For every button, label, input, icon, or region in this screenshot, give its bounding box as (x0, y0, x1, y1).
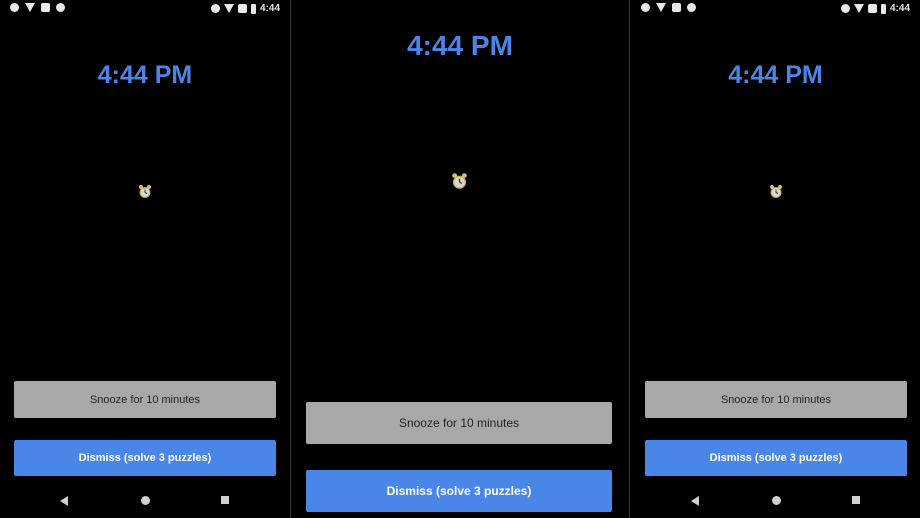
cell-signal-icon (237, 4, 247, 13)
panel-divider (290, 0, 291, 518)
clock-time: 4:44 PM (97, 61, 193, 89)
system-icons: 4:44 (210, 3, 280, 14)
alarm-clock-icon (139, 185, 151, 198)
wifi-icon (853, 4, 864, 13)
battery-icon (880, 3, 886, 14)
battery-icon (250, 3, 256, 14)
dismiss-button[interactable]: Dismiss (solve 3 puzzles) (14, 440, 276, 476)
wifi-icon (223, 4, 234, 13)
home-icon[interactable] (141, 496, 150, 505)
status-time: 4:44 (889, 3, 910, 14)
home-icon[interactable] (772, 496, 781, 505)
alarm-clock-icon (452, 173, 467, 189)
navigation-bar (0, 492, 290, 510)
system-icons: 4:44 (840, 3, 910, 14)
navigation-bar (631, 492, 920, 510)
snooze-button[interactable]: Snooze for 10 minutes (14, 381, 276, 418)
sd-card-icon (672, 3, 681, 12)
clock-time: 4:44 PM (728, 61, 823, 89)
panel-divider (629, 0, 630, 518)
snooze-button[interactable]: Snooze for 10 minutes (306, 402, 612, 444)
alarm-clock-icon (770, 185, 782, 198)
status-bar: 4:44 (0, 0, 290, 18)
back-icon[interactable] (691, 496, 699, 506)
alarm-icon (210, 4, 220, 13)
snooze-button[interactable]: Snooze for 10 minutes (645, 381, 907, 418)
notification-icons (641, 3, 696, 12)
alarm-icon (840, 4, 850, 13)
signal-off-icon (656, 3, 666, 12)
clock-time: 4:44 PM (407, 30, 513, 61)
signal-off-icon (25, 3, 35, 12)
alarm-screen-3: 4:44 4:44 PM Snooze for 10 minutes Dismi… (631, 0, 920, 518)
status-bar: 4:44 (631, 0, 920, 18)
recent-apps-icon[interactable] (221, 496, 229, 504)
shield-icon (641, 3, 650, 12)
back-icon[interactable] (60, 496, 68, 506)
dismiss-button[interactable]: Dismiss (solve 3 puzzles) (306, 470, 612, 512)
dismiss-button[interactable]: Dismiss (solve 3 puzzles) (645, 440, 907, 476)
alarm-screen-1: 4:44 4:44 PM Snooze for 10 minutes Dismi… (0, 0, 290, 518)
shield-icon (10, 3, 19, 12)
sync-icon (687, 3, 696, 12)
status-time: 4:44 (259, 3, 280, 14)
notification-icons (10, 3, 65, 12)
sync-icon (56, 3, 65, 12)
recent-apps-icon[interactable] (852, 496, 860, 504)
sd-card-icon (41, 3, 50, 12)
cell-signal-icon (867, 4, 877, 13)
alarm-screen-2: 4:44 PM Snooze for 10 minutes Dismiss (s… (292, 0, 628, 518)
